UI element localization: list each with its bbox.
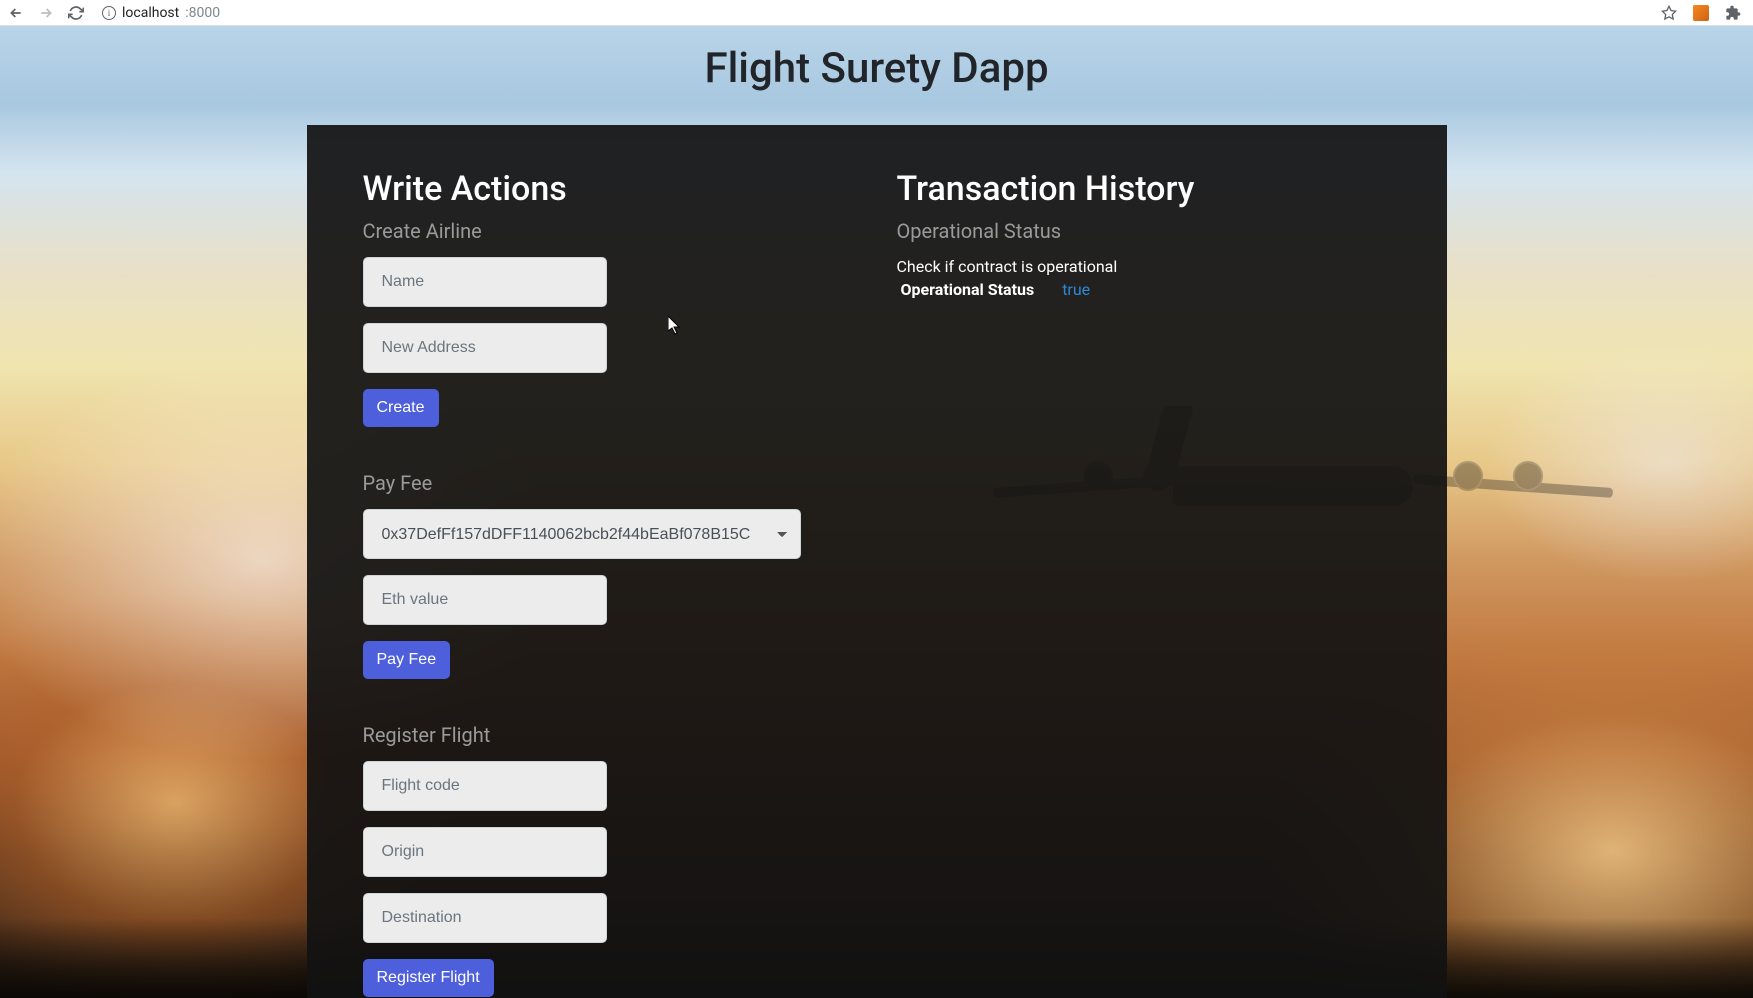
flight-origin-input[interactable] <box>363 827 607 877</box>
write-actions-column: Write Actions Create Airline Create Pay … <box>363 169 877 998</box>
back-icon[interactable] <box>8 5 24 21</box>
metamask-extension-icon[interactable] <box>1693 5 1709 21</box>
bookmark-star-icon[interactable] <box>1661 5 1677 21</box>
forward-icon[interactable] <box>38 5 54 21</box>
transaction-history-column: Transaction History Operational Status C… <box>877 169 1391 998</box>
eth-value-input[interactable] <box>363 575 607 625</box>
pay-fee-button[interactable]: Pay Fee <box>363 641 451 679</box>
create-airline-button[interactable]: Create <box>363 389 439 427</box>
airline-name-input[interactable] <box>363 257 607 307</box>
operational-status-title: Operational Status <box>897 219 1391 243</box>
pay-fee-title: Pay Fee <box>363 471 857 495</box>
reload-icon[interactable] <box>68 5 84 21</box>
operational-status-desc: Check if contract is operational <box>897 257 1391 276</box>
extensions-icon[interactable] <box>1725 5 1741 21</box>
operational-status-value: true <box>1062 280 1090 299</box>
operational-status-row: Operational Status true <box>897 280 1391 299</box>
pay-fee-section: Pay Fee 0x37DefFf157dDFF1140062bcb2f44bE… <box>363 471 857 679</box>
register-flight-title: Register Flight <box>363 723 857 747</box>
site-info-icon[interactable]: i <box>102 6 116 20</box>
write-actions-heading: Write Actions <box>363 169 857 209</box>
flight-code-input[interactable] <box>363 761 607 811</box>
url-host: localhost <box>122 5 179 21</box>
operational-status-label: Operational Status <box>901 280 1035 299</box>
flight-destination-input[interactable] <box>363 893 607 943</box>
airline-address-input[interactable] <box>363 323 607 373</box>
register-flight-section: Register Flight Register Flight <box>363 723 857 997</box>
create-airline-section: Create Airline Create <box>363 219 857 427</box>
transaction-history-heading: Transaction History <box>897 169 1391 209</box>
url-port: :8000 <box>185 5 220 21</box>
main-panel: Write Actions Create Airline Create Pay … <box>307 125 1447 998</box>
create-airline-title: Create Airline <box>363 219 857 243</box>
airline-address-select[interactable]: 0x37DefFf157dDFF1140062bcb2f44bEaBf078B1… <box>363 509 801 559</box>
register-flight-button[interactable]: Register Flight <box>363 959 494 997</box>
address-bar[interactable]: i localhost :8000 <box>102 5 220 21</box>
page-title: Flight Surety Dapp <box>0 26 1753 93</box>
browser-toolbar: i localhost :8000 <box>0 0 1753 26</box>
